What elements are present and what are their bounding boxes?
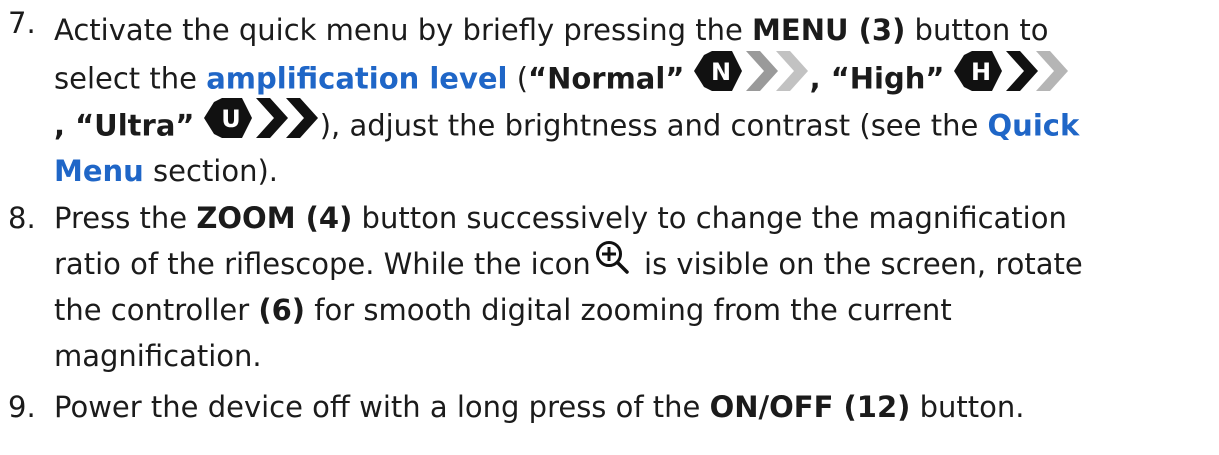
amplification-level-link[interactable]: amplification level: [206, 62, 507, 96]
step-7-line-1: Activate the quick menu by briefly press…: [54, 13, 1049, 47]
controller-ref: (6): [258, 293, 306, 327]
step-9-line-1: Power the device off with a long press o…: [54, 390, 1025, 424]
zoom-button-ref: ZOOM (4): [196, 201, 353, 235]
step-8-line-3: the controller (6) for smooth digital zo…: [54, 293, 952, 327]
mode-ultra-label: “Ultra”: [75, 108, 195, 143]
amplification-ultra-icon: U: [203, 98, 320, 151]
quick-menu-link-cont[interactable]: Menu: [54, 154, 144, 188]
step-8-line-2: ratio of the riflescope. While the icon …: [54, 240, 1083, 287]
step-7-line-4: Menu section).: [54, 154, 279, 188]
amplification-high-icon: H: [953, 51, 1070, 104]
quick-menu-link[interactable]: Quick: [988, 109, 1080, 143]
zoom-in-icon: [595, 240, 631, 287]
mode-high-label: “High”: [820, 61, 945, 96]
step-number: 7.: [8, 6, 36, 40]
step-number: 8.: [8, 201, 36, 235]
ultra-icon-letter: U: [221, 105, 241, 133]
amplification-normal-icon: N: [693, 51, 810, 104]
step-8-line-4: magnification.: [54, 339, 262, 373]
menu-button-ref: MENU (3): [752, 13, 906, 47]
mode-normal-label: “Normal”: [528, 61, 685, 96]
normal-icon-letter: N: [711, 58, 731, 86]
high-icon-letter: H: [971, 58, 991, 86]
step-7-line-2: select the amplification level (“Normal”…: [54, 51, 1070, 100]
step-number: 9.: [8, 390, 36, 424]
step-8-line-1: Press the ZOOM (4) button successively t…: [54, 201, 1067, 235]
onoff-button-ref: ON/OFF (12): [709, 390, 911, 424]
step-7-line-3: , “Ultra” U ), adjust the brightness and…: [54, 98, 1080, 147]
